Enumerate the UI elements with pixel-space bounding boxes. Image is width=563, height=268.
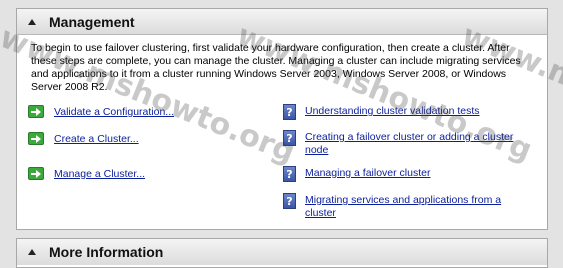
help-icon: ? [283,193,296,209]
help-migrating-services[interactable]: ? Migrating services and applications fr… [283,193,525,220]
management-intro: To begin to use failover clustering, fir… [31,42,521,93]
validate-configuration-link[interactable]: Validate a Configuration... [54,106,174,119]
help-validation-tests[interactable]: ? Understanding cluster validation tests [283,104,525,120]
more-information-title: More Information [49,244,164,260]
help-creating-cluster-link[interactable]: Creating a failover cluster or adding a … [305,131,525,157]
help-migrating-services-link[interactable]: Migrating services and applications from… [305,194,525,220]
help-creating-cluster[interactable]: ? Creating a failover cluster or adding … [283,130,525,157]
manage-cluster-action[interactable]: Manage a Cluster... [28,167,145,181]
create-cluster-action[interactable]: Create a Cluster... [28,132,139,146]
management-header[interactable]: Management [17,9,547,35]
management-title: Management [49,13,135,30]
more-information-panel: More Information [16,238,548,268]
help-validation-tests-link[interactable]: Understanding cluster validation tests [305,105,525,118]
management-panel: Management To begin to use failover clus… [16,8,548,230]
help-managing-cluster-link[interactable]: Managing a failover cluster [305,167,525,180]
create-cluster-link[interactable]: Create a Cluster... [54,133,139,146]
collapse-up-icon[interactable] [25,245,39,259]
more-information-header[interactable]: More Information [17,239,547,265]
green-arrow-icon [28,167,44,180]
green-arrow-icon [28,105,44,118]
manage-cluster-link[interactable]: Manage a Cluster... [54,168,145,181]
help-icon: ? [283,104,296,120]
help-icon: ? [283,130,296,146]
green-arrow-icon [28,132,44,145]
validate-configuration-action[interactable]: Validate a Configuration... [28,105,174,119]
help-managing-cluster[interactable]: ? Managing a failover cluster [283,166,525,182]
help-icon: ? [283,166,296,182]
collapse-up-icon[interactable] [25,15,39,29]
